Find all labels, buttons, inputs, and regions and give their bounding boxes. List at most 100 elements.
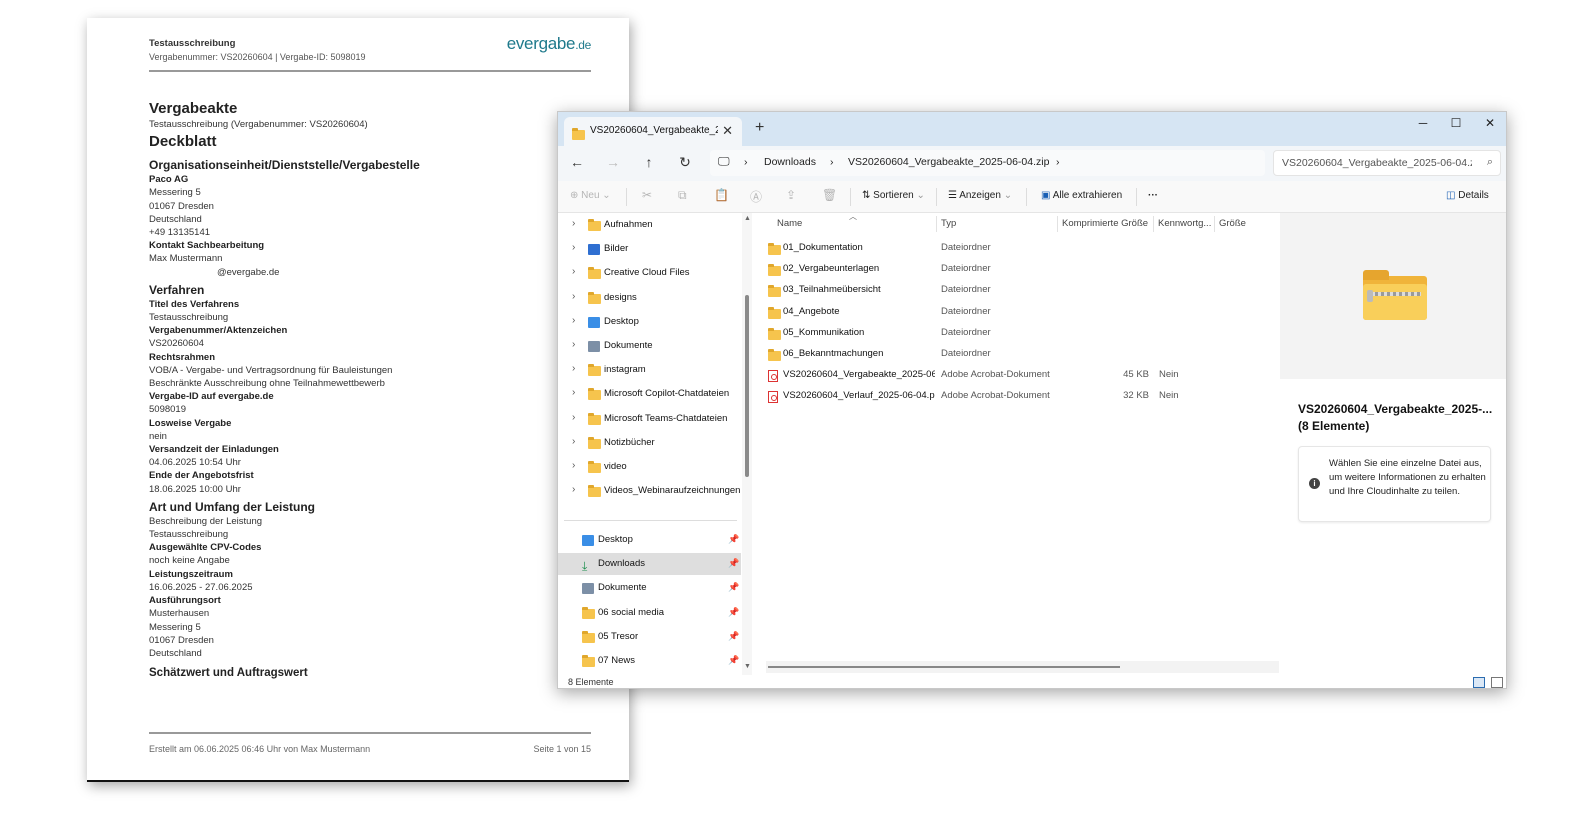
delete-icon[interactable]: 🗑 [822,188,837,202]
quick-access-label: 05 Tresor [598,630,639,642]
file-row[interactable]: 04_Angebote Dateiordner [752,301,1280,322]
nav-item[interactable]: › video [558,456,741,478]
file-row[interactable]: 06_Bekanntmachungen Dateiordner [752,343,1280,364]
new-tab-button[interactable]: + [755,119,764,137]
column-header-password[interactable]: Kennwortg... [1158,218,1211,229]
quick-access-label: Downloads [598,558,645,570]
quick-access-item[interactable]: 05 Tresor 📌 [558,626,741,648]
chevron-right-icon[interactable]: › [572,363,575,374]
file-row[interactable]: VS20260604_Vergabeakte_2025-06-04.pdf Ado… [752,364,1280,385]
breadcrumb-zip[interactable]: VS20260604_Vergabeakte_2025-06-04.zip [848,156,1049,168]
extract-all-button[interactable]: ▣ Alle extrahieren [1041,190,1122,201]
column-header-name[interactable]: Name [777,218,802,229]
nav-item[interactable]: › Dokumente [558,335,741,357]
details-pane-button[interactable]: ◫ Details [1446,190,1489,201]
back-button[interactable]: ← [567,154,587,170]
pin-icon[interactable]: 📌 [728,607,739,618]
search-box[interactable]: VS20260604_Vergabeakte_2025-06-04.z ⌕ [1273,150,1501,176]
nav-item[interactable]: › designs [558,287,741,309]
pin-icon[interactable]: 📌 [728,655,739,666]
copy-icon[interactable]: ⧉ [678,188,687,203]
quick-access-item[interactable]: Dokumente 📌 [558,577,741,599]
pin-icon[interactable]: 📌 [728,558,739,569]
column-header-size[interactable]: Größe [1219,218,1246,229]
refresh-button[interactable]: ↻ [675,154,695,171]
file-row[interactable]: 02_Vergabeunterlagen Dateiordner [752,258,1280,279]
quick-access-item[interactable]: ⤓ Downloads 📌 [558,553,741,576]
pin-icon[interactable]: 📌 [728,582,739,593]
nav-item-label: Videos_Webinaraufzeichnungen [604,485,741,497]
maximize-button[interactable]: ☐ [1441,116,1471,130]
horizontal-scrollbar[interactable] [766,661,1279,673]
nav-item[interactable]: › instagram [558,359,741,381]
nav-item[interactable]: › Microsoft Teams-Chatdateien [558,408,741,430]
title-value: Testausschreibung [149,312,229,324]
pin-icon[interactable]: 📌 [728,631,739,642]
quick-access-label: Desktop [598,534,633,545]
more-options-button[interactable]: ··· [1148,190,1158,201]
column-header-type[interactable]: Typ [941,218,956,229]
nav-item[interactable]: › Bilder [558,238,741,260]
file-row[interactable]: 03_Teilnahmeübersicht Dateiordner [752,279,1280,300]
chevron-right-icon[interactable]: › [572,484,575,495]
nav-scrollbar[interactable]: ▲ ▼ [742,213,752,675]
details-view-icon[interactable] [1473,677,1485,688]
chevron-right-icon[interactable]: › [572,291,575,302]
file-password-protected: Nein [1159,369,1179,381]
nav-item[interactable]: › Microsoft Copilot-Chatdateien [558,383,741,405]
document-body: Vergabeakte Testausschreibung (Vergabenu… [149,100,589,681]
folder-icon [768,285,781,298]
new-button[interactable]: ⊕ Neu ⌄ [570,190,611,201]
nav-scrollbar-thumb[interactable] [745,295,749,477]
nav-item[interactable]: › Desktop [558,311,741,333]
chevron-right-icon[interactable]: › [572,242,575,253]
forward-button[interactable]: → [603,154,623,170]
breadcrumb-downloads[interactable]: Downloads [764,156,816,168]
horizontal-scrollbar-thumb[interactable] [768,666,1120,668]
folder-icon [588,364,601,377]
chevron-right-icon[interactable]: › [572,436,575,447]
column-header-compressed-size[interactable]: Komprimierte Größe [1062,218,1148,229]
quick-access-item[interactable]: Desktop 📌 [558,529,741,551]
share-icon[interactable]: ⇪ [786,188,796,202]
close-tab-icon[interactable]: ✕ [722,123,733,139]
up-button[interactable]: ↑ [639,154,659,170]
evergabe-logo: evergabe.de [506,34,592,53]
nav-item[interactable]: › Videos_Webinaraufzeichnungen [558,480,741,502]
chevron-right-icon[interactable]: › [572,218,575,229]
chevron-right-icon[interactable]: › [572,266,575,277]
nav-divider [564,520,737,521]
file-name: 05_Kommunikation [783,326,865,338]
file-row[interactable]: VS20260604_Verlauf_2025-06-04.pdf Adobe A… [752,385,1280,406]
pin-icon[interactable]: 📌 [728,534,739,545]
address-bar[interactable]: 🖵 › Downloads › VS20260604_Vergabeakte_2… [710,150,1265,176]
nav-item[interactable]: › Creative Cloud Files [558,262,741,284]
doc-subheading: Testausschreibung (Vergabenummer: VS2026… [149,119,368,130]
nav-item[interactable]: › Notizbücher [558,432,741,454]
chevron-right-icon[interactable]: › [572,387,575,398]
quick-access-item[interactable]: 06 social media 📌 [558,602,741,624]
nav-item[interactable]: › Aufnahmen [558,214,741,236]
chevron-right-icon[interactable]: › [572,315,575,326]
close-window-button[interactable]: ✕ [1475,116,1505,130]
file-type: Adobe Acrobat-Dokument [941,390,1050,402]
chevron-right-icon[interactable]: › [572,460,575,471]
doc-header-title: Testausschreibung [149,38,236,49]
chevron-right-icon[interactable]: › [572,412,575,423]
chevron-right-icon[interactable]: › [572,339,575,350]
paste-icon[interactable]: 📋 [714,188,729,202]
view-button[interactable]: ☰ Anzeigen ⌄ [948,190,1012,201]
tiles-view-icon[interactable] [1491,677,1503,688]
cut-icon[interactable]: ✂ [642,188,652,202]
place-label: Ausführungsort [149,595,221,607]
details-pane: VS20260604_Vergabeakte_2025-... (8 Eleme… [1280,213,1506,675]
file-type: Dateiordner [941,326,991,338]
quick-access-item[interactable]: 07 News 📌 [558,650,741,672]
rename-icon[interactable]: Ⓐ [750,188,762,205]
file-row[interactable]: 01_Dokumentation Dateiordner [752,237,1280,258]
minimize-button[interactable]: ─ [1408,116,1438,130]
computer-icon: 🖵 [718,154,730,168]
file-row[interactable]: 05_Kommunikation Dateiordner [752,322,1280,343]
sort-button[interactable]: ⇅ Sortieren ⌄ [862,190,925,201]
tab-zip-archive[interactable]: VS20260604_Vergabeakte_202 ✕ [564,117,742,146]
